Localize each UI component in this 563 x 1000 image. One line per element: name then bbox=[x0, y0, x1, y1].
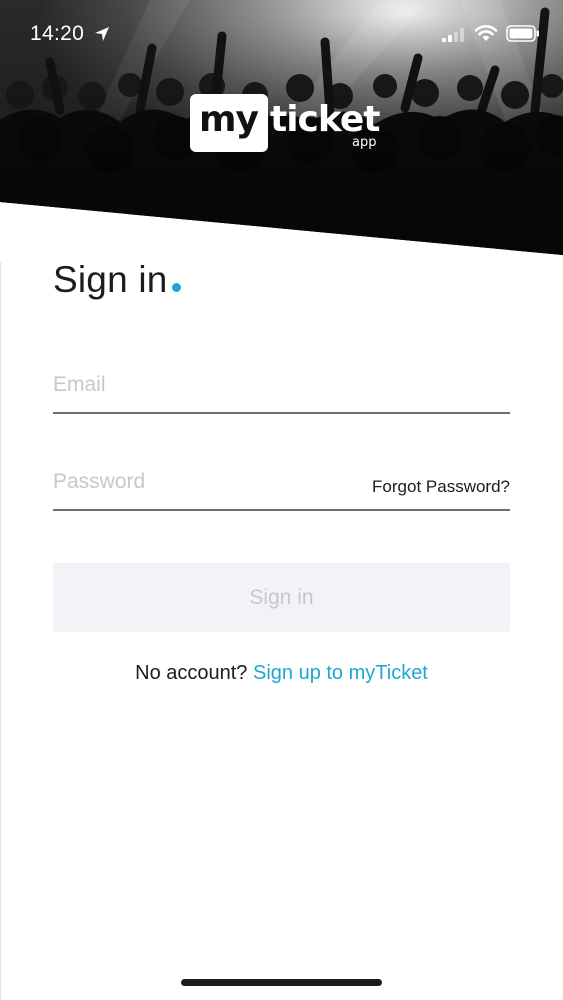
myticket-logo: my ticket app bbox=[190, 92, 380, 156]
no-account-text: No account? bbox=[135, 662, 253, 684]
forgot-password-link[interactable]: Forgot Password? bbox=[372, 477, 510, 497]
home-indicator[interactable] bbox=[181, 979, 382, 986]
sign-in-screen: my ticket app 14:20 Sign in Email Forgot… bbox=[0, 0, 563, 1000]
password-input[interactable] bbox=[53, 465, 353, 499]
location-arrow-icon bbox=[95, 27, 109, 41]
status-time: 14:20 bbox=[30, 22, 85, 45]
status-bar: 14:20 bbox=[0, 0, 563, 70]
email-field[interactable] bbox=[53, 362, 510, 414]
signup-link[interactable]: Sign up to myTicket bbox=[253, 662, 428, 684]
email-input[interactable] bbox=[53, 368, 353, 402]
logo-text-app: app bbox=[352, 135, 377, 150]
wifi-icon bbox=[474, 25, 498, 41]
password-field[interactable]: Forgot Password? bbox=[53, 459, 510, 511]
title-accent-dot bbox=[171, 283, 181, 292]
logo-text-ticket: ticket bbox=[270, 99, 380, 140]
screen-edge bbox=[0, 262, 1, 1000]
signup-row: No account? Sign up to myTicket bbox=[0, 662, 563, 685]
sign-in-button[interactable]: Sign in bbox=[53, 563, 510, 632]
page-title: Sign in bbox=[53, 259, 168, 300]
signal-icon bbox=[442, 28, 464, 42]
battery-icon bbox=[506, 25, 539, 42]
logo-text-my: my bbox=[199, 99, 259, 140]
title-row: Sign in bbox=[53, 257, 181, 303]
